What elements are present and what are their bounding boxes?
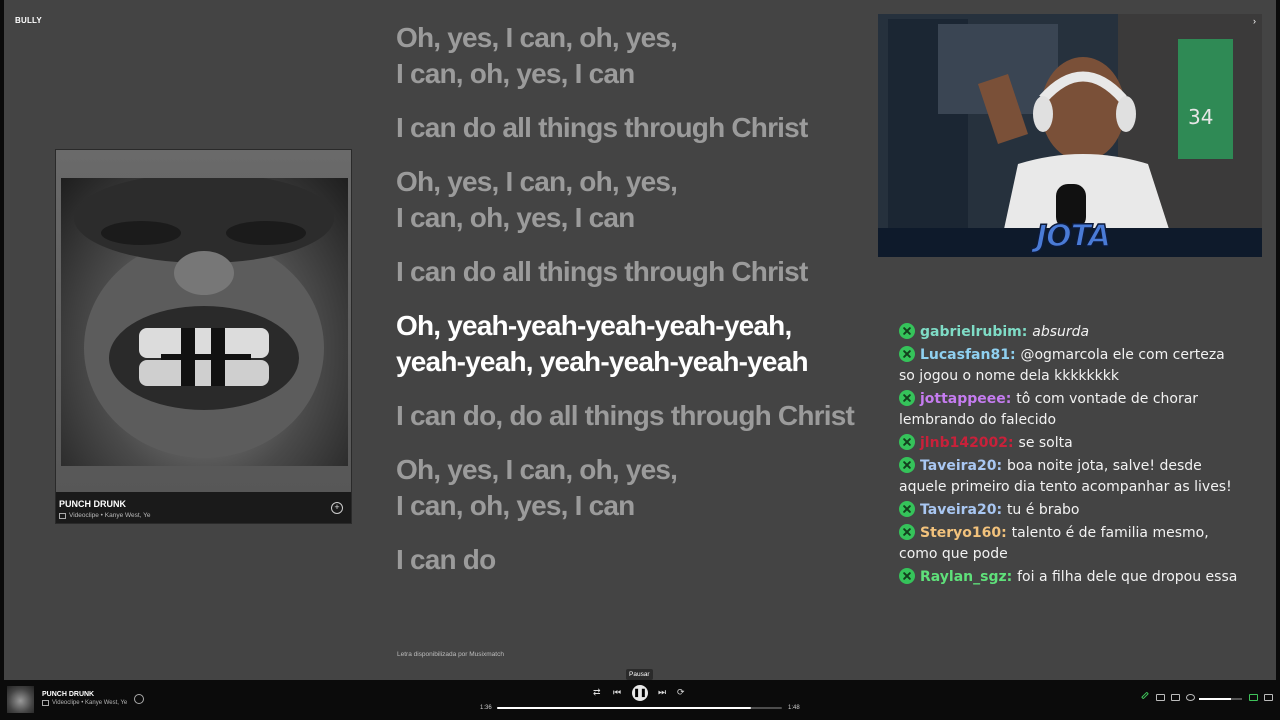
chat-username[interactable]: jottappeee bbox=[920, 391, 1006, 407]
chat-message: Lucasfan81: @ogmarcola ele com certeza s… bbox=[899, 345, 1239, 387]
chat-message: Steryo160: talento é de familia mesmo, c… bbox=[899, 523, 1239, 565]
chat-separator: : bbox=[1005, 391, 1017, 407]
chevron-icon: › bbox=[1253, 16, 1256, 26]
now-playing-subtitle-text: Videoclipe • Kanye West, Ye bbox=[52, 700, 128, 706]
album-card-subtitle: Videoclipe • Kanye West, Ye bbox=[59, 512, 151, 519]
lyric-line-active[interactable]: Oh, yeah-yeah-yeah-yeah-yeah, yeah-yeah,… bbox=[396, 308, 876, 380]
album-cover-art bbox=[61, 178, 348, 466]
chat-separator: : bbox=[1021, 324, 1033, 340]
chat-message: jottappeee: tô com vontade de chorar lem… bbox=[899, 389, 1239, 431]
svg-text:34: 34 bbox=[1188, 105, 1213, 129]
xbox-badge-icon bbox=[899, 390, 915, 406]
chat-separator: : bbox=[1009, 347, 1021, 363]
lyric-line[interactable]: Oh, yes, I can, oh, yes, I can, oh, yes,… bbox=[396, 164, 876, 236]
now-playing-thumbnail[interactable] bbox=[7, 686, 34, 713]
now-playing-subtitle: Videoclipe • Kanye West, Ye bbox=[42, 700, 127, 706]
chat-message: Taveira20: tu é brabo bbox=[899, 500, 1239, 521]
queue-icon[interactable] bbox=[1156, 694, 1165, 701]
webcam-overlay: 34 JOTA › bbox=[878, 14, 1262, 257]
xbox-badge-icon bbox=[899, 323, 915, 339]
chat-username[interactable]: Steryo160 bbox=[920, 525, 1001, 541]
xbox-badge-icon bbox=[899, 346, 915, 362]
chat-username[interactable]: Taveira20 bbox=[920, 502, 996, 518]
album-card[interactable]: PUNCH DRUNK Videoclipe • Kanye West, Ye … bbox=[55, 149, 352, 524]
duration-time: 1:48 bbox=[788, 705, 800, 711]
chat-separator: : bbox=[1001, 525, 1012, 541]
chat-text: tu é brabo bbox=[1006, 502, 1080, 518]
pause-button[interactable]: ❚❚ bbox=[632, 685, 648, 701]
chat-message: jlnb142002: se solta bbox=[899, 433, 1239, 454]
pause-tooltip: Pausar bbox=[626, 669, 653, 680]
chat-message: Taveira20: boa noite jota, salve! desde … bbox=[899, 456, 1239, 498]
xbox-badge-icon bbox=[899, 434, 915, 450]
chat-username[interactable]: Taveira20 bbox=[920, 458, 996, 474]
chat-username[interactable]: gabrielrubim bbox=[920, 324, 1022, 340]
next-icon[interactable]: ⏭ bbox=[658, 687, 666, 698]
previous-icon[interactable]: ⏮ bbox=[613, 687, 621, 698]
plus-circle-icon[interactable]: + bbox=[331, 502, 343, 514]
chat-username[interactable]: Lucasfan81 bbox=[920, 347, 1010, 363]
lyric-line[interactable]: Oh, yes, I can, oh, yes, I can, oh, yes,… bbox=[396, 20, 876, 92]
add-icon[interactable] bbox=[134, 694, 144, 704]
progress-bar[interactable] bbox=[497, 707, 782, 709]
volume-slider[interactable] bbox=[1199, 698, 1242, 700]
repeat-icon[interactable]: ⟳ bbox=[677, 687, 685, 698]
chat-username[interactable]: jlnb142002 bbox=[920, 435, 1008, 451]
volume-icon[interactable] bbox=[1186, 694, 1195, 701]
lyrics-credit: Letra disponibilizada por Musixmatch bbox=[397, 651, 504, 658]
chat-username[interactable]: Raylan_sgz bbox=[920, 569, 1007, 585]
chat-message: Raylan_sgz: foi a filha dele que dropou … bbox=[899, 567, 1239, 588]
lyric-line[interactable]: Oh, yes, I can, oh, yes, I can, oh, yes,… bbox=[396, 452, 876, 524]
album-card-subtitle-text: Videoclipe • Kanye West, Ye bbox=[69, 512, 151, 519]
lyric-line[interactable]: I can do all things through Christ bbox=[396, 110, 876, 146]
lyric-line[interactable]: I can do all things through Christ bbox=[396, 254, 876, 290]
album-card-title: PUNCH DRUNK bbox=[59, 499, 126, 509]
miniplayer-icon[interactable] bbox=[1249, 694, 1258, 701]
xbox-badge-icon bbox=[899, 501, 915, 517]
chat-separator: : bbox=[996, 502, 1007, 518]
streamer-logo: JOTA bbox=[1035, 218, 1112, 255]
lyrics-panel: Oh, yes, I can, oh, yes, I can, oh, yes,… bbox=[396, 20, 876, 596]
chat-text: se solta bbox=[1018, 435, 1073, 451]
xbox-badge-icon bbox=[899, 524, 915, 540]
chat-separator: : bbox=[1008, 435, 1019, 451]
chat-separator: : bbox=[996, 458, 1007, 474]
lyric-line[interactable]: I can do bbox=[396, 542, 876, 578]
shuffle-icon[interactable]: ⇄ bbox=[593, 687, 601, 698]
xbox-badge-icon bbox=[899, 568, 915, 584]
lyric-line[interactable]: I can do, do all things through Christ bbox=[396, 398, 876, 434]
video-icon bbox=[42, 700, 49, 706]
progress-fill bbox=[497, 707, 751, 709]
video-icon bbox=[59, 512, 66, 519]
chat-separator: : bbox=[1006, 569, 1018, 585]
elapsed-time: 1:36 bbox=[480, 705, 492, 711]
chat-panel: gabrielrubim: absurda Lucasfan81: @ogmarc… bbox=[899, 322, 1239, 590]
volume-fill bbox=[1199, 698, 1232, 700]
chat-text: absurda bbox=[1032, 324, 1090, 340]
fullscreen-icon[interactable] bbox=[1264, 694, 1273, 701]
window-title: BULLY bbox=[15, 16, 42, 25]
xbox-badge-icon bbox=[899, 457, 915, 473]
now-playing-title[interactable]: PUNCH DRUNK bbox=[42, 691, 94, 698]
chat-message: gabrielrubim: absurda bbox=[899, 322, 1239, 343]
device-icon[interactable] bbox=[1171, 694, 1180, 701]
chat-text: foi a filha dele que dropou essa bbox=[1017, 569, 1238, 585]
